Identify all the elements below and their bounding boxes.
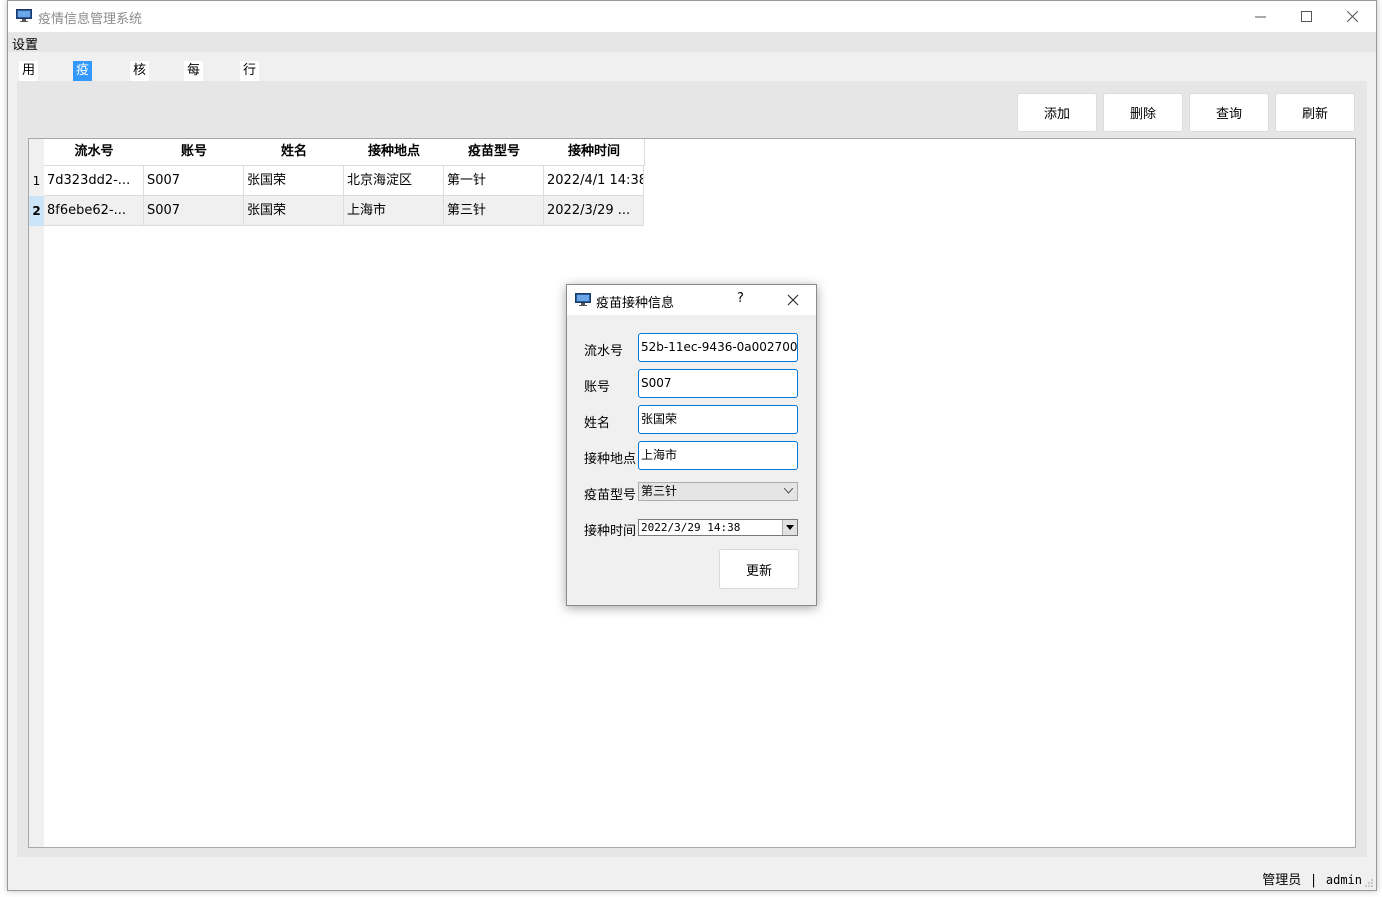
column-header[interactable]: 接种时间 — [544, 139, 645, 166]
status-separator: | — [1311, 873, 1316, 888]
table-cell[interactable]: 上海市 — [344, 196, 444, 226]
table-cell[interactable]: 7d323dd2-... — [44, 166, 144, 196]
close-icon — [787, 294, 799, 306]
table-cell[interactable]: 张国荣 — [244, 196, 344, 226]
table-cell[interactable]: 8f6ebe62-... — [44, 196, 144, 226]
column-header[interactable]: 流水号 — [44, 139, 145, 166]
status-role: 管理员 — [1262, 873, 1302, 888]
serial-field[interactable]: 52b-11ec-9436-0a0027000014 — [638, 333, 798, 362]
name-field[interactable]: 张国荣 — [638, 405, 798, 434]
dialog-title-bar: 疫苗接种信息 ? — [567, 285, 816, 315]
time-value: 2022/3/29 14:38 — [641, 521, 741, 534]
status-bar: 管理员 | admin — [1262, 869, 1362, 888]
chevron-down-icon — [784, 488, 793, 494]
tab-travel-report[interactable]: 行程上报 — [240, 61, 260, 138]
delete-button[interactable]: 删除 — [1103, 93, 1183, 132]
monitor-icon — [16, 9, 32, 22]
minimize-icon — [1254, 16, 1266, 18]
account-field[interactable]: S007 — [638, 369, 798, 398]
vaccine-type-select[interactable]: 第三针 — [638, 482, 798, 501]
table-cell[interactable]: 第一针 — [444, 166, 544, 196]
menu-settings[interactable]: 设置 — [12, 34, 38, 53]
vaccination-info-dialog: 疫苗接种信息 ? 流水号 52b-11ec-9436-0a0027000014 … — [566, 284, 817, 606]
close-icon — [1346, 11, 1358, 22]
help-button[interactable]: ? — [737, 291, 744, 306]
monitor-icon — [575, 293, 591, 306]
column-header[interactable]: 姓名 — [244, 139, 345, 166]
vaccine-type-value: 第三针 — [641, 484, 678, 498]
column-header[interactable]: 接种地点 — [344, 139, 445, 166]
query-button[interactable]: 查询 — [1189, 93, 1269, 132]
maximize-icon — [1300, 11, 1312, 22]
dialog-title: 疫苗接种信息 — [596, 296, 675, 311]
column-header[interactable]: 账号 — [144, 139, 245, 166]
minimize-button[interactable] — [1237, 1, 1283, 32]
name-label: 姓名 — [584, 416, 611, 431]
table-cell[interactable]: 第三针 — [444, 196, 544, 226]
tab-vaccination[interactable]: 疫苗接种 — [73, 61, 93, 138]
table-cell[interactable]: 2022/4/1 14:38 — [544, 166, 644, 196]
time-label: 接种时间 — [584, 524, 637, 539]
row-header-column — [29, 139, 44, 847]
vaccine-type-label: 疫苗型号 — [584, 488, 637, 503]
time-datetime-edit[interactable]: 2022/3/29 14:38 — [638, 519, 798, 536]
account-label: 账号 — [584, 380, 611, 395]
menu-bar: 设置 — [8, 32, 1376, 53]
dialog-close-button[interactable] — [781, 290, 805, 310]
add-button[interactable]: 添加 — [1017, 93, 1097, 132]
window-title: 疫情信息管理系统 — [38, 12, 143, 27]
tab-daily-health[interactable]: 每日健康 — [184, 61, 204, 138]
dropdown-arrow-icon — [786, 525, 794, 530]
tab-user-info[interactable]: 用户信息 — [19, 61, 39, 138]
serial-label: 流水号 — [584, 344, 624, 359]
table-cell[interactable]: S007 — [144, 166, 244, 196]
title-bar: 疫情信息管理系统 — [8, 1, 1376, 32]
table-cell[interactable]: S007 — [144, 196, 244, 226]
close-button[interactable] — [1329, 1, 1375, 32]
resize-grip-icon[interactable] — [1364, 878, 1374, 888]
refresh-button[interactable]: 刷新 — [1275, 93, 1355, 132]
table-cell[interactable]: 2022/3/29 ... — [544, 196, 644, 226]
column-header[interactable]: 疫苗型号 — [444, 139, 545, 166]
row-number[interactable]: 2 — [29, 196, 44, 226]
location-label: 接种地点 — [584, 452, 637, 467]
date-dropdown-button[interactable] — [782, 520, 797, 535]
update-button[interactable]: 更新 — [719, 549, 799, 589]
table-cell[interactable]: 北京海淀区 — [344, 166, 444, 196]
location-field[interactable]: 上海市 — [638, 441, 798, 470]
status-user: admin — [1325, 873, 1362, 887]
table-cell[interactable]: 张国荣 — [244, 166, 344, 196]
tab-nucleic-test[interactable]: 核酸检测 — [130, 61, 150, 138]
row-number[interactable]: 1 — [29, 166, 44, 196]
maximize-button[interactable] — [1283, 1, 1329, 32]
